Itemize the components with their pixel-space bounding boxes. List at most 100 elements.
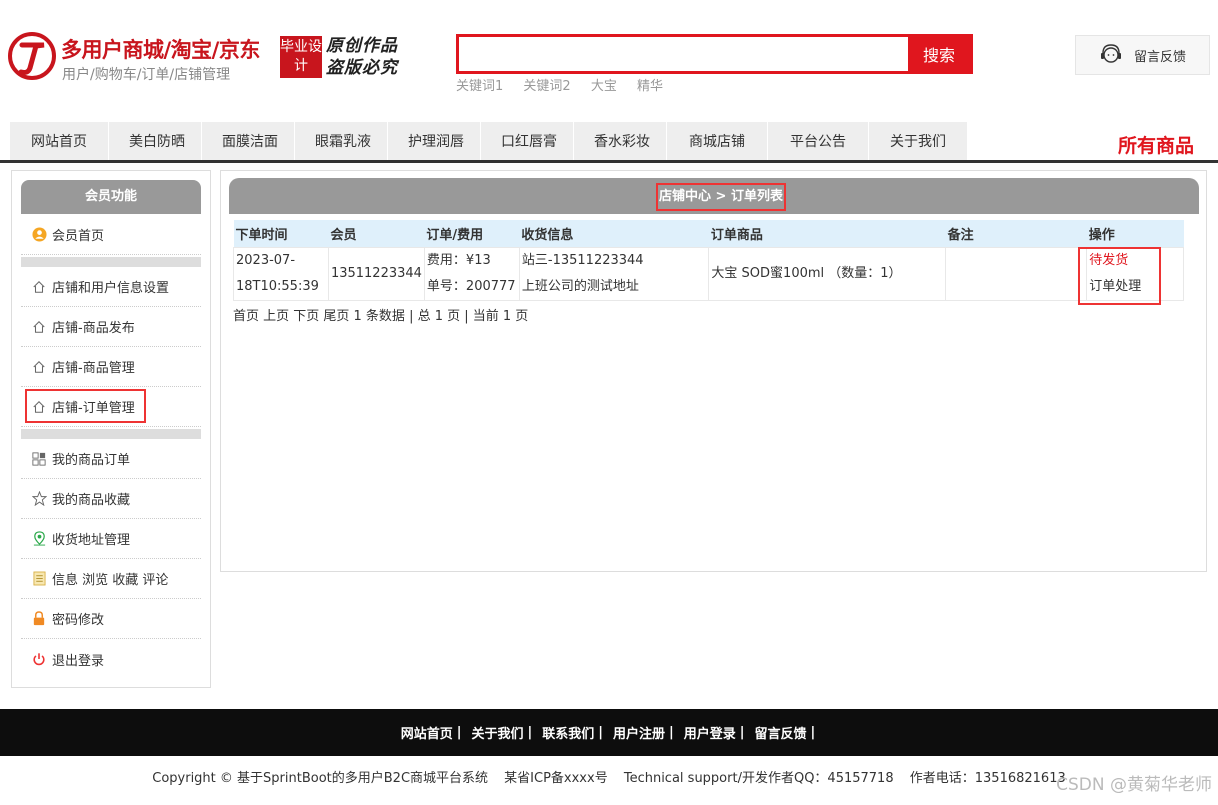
nav-item-whitening[interactable]: 美白防晒 [109, 122, 202, 162]
phone-text: 作者电话：13516821613 [909, 771, 1066, 786]
nav-item-mask[interactable]: 面膜洁面 [202, 122, 295, 162]
hot-keywords: 关键词1 关键词2 大宝 精华 [456, 75, 679, 94]
order-time-cell: 2023-07- 18T10:55:39 [233, 246, 329, 301]
keyword-link[interactable]: 精华 [637, 79, 663, 94]
support-text: Technical support/开发作者QQ：45157718 [623, 771, 894, 786]
nav-item-notice[interactable]: 平台公告 [768, 122, 869, 162]
sidebar-item-member-home[interactable]: 会员首页 [21, 215, 201, 255]
member-cell: 13511223344 [327, 246, 425, 301]
graduation-badge: 毕业设计 [280, 36, 322, 78]
icp-text: 某省ICP备xxxx号 [504, 771, 608, 786]
sidebar-item-history[interactable]: 信息 浏览 收藏 评论 [21, 559, 201, 599]
sidebar-item-label: 收货地址管理 [52, 533, 131, 548]
sidebar-item-label: 信息 浏览 收藏 评论 [52, 573, 169, 588]
search-button[interactable]: 搜索 [908, 37, 970, 71]
sidebar-item-label: 店铺-商品管理 [52, 361, 135, 376]
nav-item-perfume[interactable]: 香水彩妆 [574, 122, 667, 162]
footer-separator: | [598, 725, 603, 740]
footer-separator: | [810, 725, 816, 740]
footer-separator: | [456, 725, 462, 740]
footer-separator: | [669, 725, 674, 740]
search-input[interactable] [459, 37, 908, 71]
footer-link-login[interactable]: 用户登录 [684, 723, 736, 742]
document-icon [31, 571, 47, 587]
home-icon [31, 279, 47, 295]
sidebar-item-shop-settings[interactable]: 店铺和用户信息设置 [21, 267, 201, 307]
footer-separator: | [527, 725, 533, 740]
highlight-box [1078, 247, 1161, 305]
grid-icon [31, 451, 47, 467]
highlight-box [25, 389, 146, 423]
lock-icon [31, 611, 47, 627]
order-table: 下单时间 会员 订单/费用 收货信息 订单商品 备注 操作 2023-07- 1… [233, 220, 1184, 301]
footer-link-contact[interactable]: 联系我们 [542, 723, 594, 742]
nav-item-lipstick[interactable]: 口红唇膏 [481, 122, 574, 162]
search-bar: 搜索 [456, 34, 973, 74]
receiver-cell: 站三-13511223344 上班公司的测试地址 [518, 246, 710, 301]
sidebar-item-label: 会员首页 [52, 229, 105, 244]
nav-item-about[interactable]: 关于我们 [869, 122, 968, 162]
member-sidebar: 会员功能 会员首页 店铺和用户信息设置 店铺-商品发布 店铺-商品管理 店铺-订… [11, 170, 211, 688]
receiver-name-phone: 站三-13511223344 [521, 252, 644, 268]
panel-header: 店铺中心 > 订单列表 [229, 178, 1199, 214]
main-nav: 网站首页 美白防晒 面膜洁面 眼霜乳液 护理润唇 口红唇膏 香水彩妆 商城店铺 … [10, 122, 968, 162]
remark-cell [945, 246, 1088, 301]
brand-title: 多用户商城/淘宝/京东 [61, 38, 260, 62]
nav-item-eye-cream[interactable]: 眼霜乳液 [295, 122, 388, 162]
home-icon [31, 359, 47, 375]
sidebar-item-publish-goods[interactable]: 店铺-商品发布 [21, 307, 201, 347]
sidebar-divider [21, 257, 201, 267]
order-number: 单号：200777 [426, 278, 516, 294]
keyword-link[interactable]: 关键词1 [456, 79, 503, 94]
column-header: 订单商品 [708, 220, 946, 247]
column-header: 下单时间 [233, 220, 329, 247]
user-circle-icon [31, 227, 47, 243]
feedback-button[interactable]: 留言反馈 [1075, 35, 1210, 75]
footer-separator: | [739, 725, 745, 740]
order-panel: 店铺中心 > 订单列表 下单时间 会员 订单/费用 收货信息 订单商品 备注 操… [220, 170, 1207, 572]
calligraphy-line: 盗版必究 [326, 58, 398, 78]
sidebar-item-label: 店铺-商品发布 [52, 321, 135, 336]
product-cell: 大宝 SOD蜜100ml （数量：1） [708, 246, 947, 301]
calligraphy-line: 原创作品 [326, 36, 398, 56]
column-header: 订单/费用 [424, 220, 520, 247]
nav-item-lip-care[interactable]: 护理润唇 [388, 122, 481, 162]
footer-link-home[interactable]: 网站首页 [401, 723, 453, 742]
footer-link-register[interactable]: 用户注册 [613, 723, 665, 742]
sidebar-item-logout[interactable]: 退出登录 [21, 639, 201, 679]
keyword-link[interactable]: 大宝 [591, 79, 617, 94]
location-pin-icon [31, 531, 47, 547]
sidebar-divider [21, 429, 201, 439]
fee-cell: 费用：¥13 单号：200777 [423, 246, 520, 301]
footer-link-feedback[interactable]: 留言反馈 [755, 723, 807, 742]
nav-divider [0, 160, 1218, 163]
sidebar-title: 会员功能 [21, 180, 201, 214]
sidebar-item-my-orders[interactable]: 我的商品订单 [21, 439, 201, 479]
star-icon [31, 491, 47, 507]
feedback-label: 留言反馈 [1134, 49, 1187, 65]
all-goods-link[interactable]: 所有商品 [1118, 131, 1194, 158]
column-header: 操作 [1086, 220, 1184, 247]
footer-link-about[interactable]: 关于我们 [471, 723, 523, 742]
order-fee: 费用：¥13 [426, 252, 491, 268]
sidebar-item-address[interactable]: 收货地址管理 [21, 519, 201, 559]
footer-links: 网站首页 | 关于我们 | 联系我们 | 用户注册 | 用户登录 | 留言反馈 | [0, 709, 1218, 756]
calligraphy-stamp: 原创作品 盗版必究 [326, 35, 398, 79]
keyword-link[interactable]: 关键词2 [523, 79, 570, 94]
copyright-line: Copyright © 基于SprintBoot的多用户B2C商城平台系统 某省… [0, 767, 1218, 786]
pagination[interactable]: 首页 上页 下页 尾页 1 条数据 | 总 1 页 | 当前 1 页 [233, 305, 528, 324]
order-time-date: 2023-07- [236, 252, 296, 268]
sidebar-item-password[interactable]: 密码修改 [21, 599, 201, 639]
column-header: 备注 [945, 220, 1087, 247]
sidebar-item-label: 我的商品订单 [52, 453, 131, 468]
breadcrumb: 店铺中心 > 订单列表 [656, 183, 786, 211]
brand-subtitle: 用户/购物车/订单/店铺管理 [62, 67, 231, 83]
table-row: 2023-07- 18T10:55:39 13511223344 费用：¥13 … [233, 246, 1184, 301]
sidebar-item-manage-goods[interactable]: 店铺-商品管理 [21, 347, 201, 387]
sidebar-item-favorites[interactable]: 我的商品收藏 [21, 479, 201, 519]
customer-service-icon [1101, 44, 1121, 63]
nav-item-shops[interactable]: 商城店铺 [667, 122, 768, 162]
table-header-row: 下单时间 会员 订单/费用 收货信息 订单商品 备注 操作 [233, 220, 1184, 247]
nav-item-home[interactable]: 网站首页 [10, 122, 109, 162]
sidebar-item-label: 店铺和用户信息设置 [52, 281, 170, 296]
